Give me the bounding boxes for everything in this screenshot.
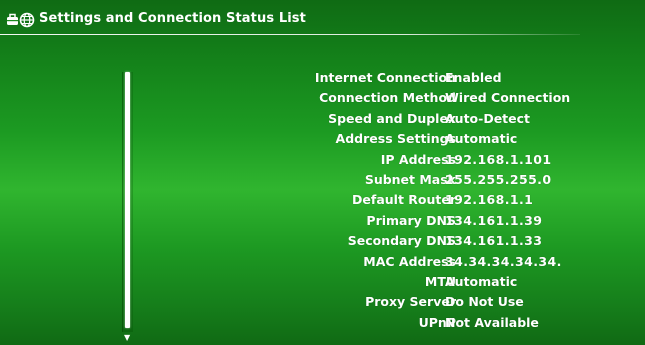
- status-label: Internet Connection: [314, 70, 456, 85]
- status-row-upnp: UPnP Not Available: [230, 313, 645, 333]
- status-label: MAC Address: [363, 253, 456, 269]
- status-value: 192.168.1.1: [445, 192, 534, 208]
- status-label: Secondary DNS: [347, 233, 456, 249]
- network-globe-icon: [19, 12, 35, 28]
- status-value: Auto-Detect: [445, 110, 531, 126]
- settings-toolbox-icon: [7, 13, 18, 25]
- status-label: Default Router: [352, 192, 456, 208]
- status-row-primary-dns: Primary DNS 134.161.1.39: [230, 211, 645, 231]
- status-row-address-settings: Address Settings Automatic: [230, 129, 645, 149]
- scrollbar-thumb[interactable]: [125, 72, 130, 328]
- status-value: 134.161.1.33: [445, 233, 543, 249]
- status-label: Speed and Duplex: [328, 110, 456, 126]
- status-label: Address Settings: [335, 131, 456, 147]
- status-row-ip-address: IP Address 192.168.1.101: [230, 150, 645, 170]
- status-row-internet-connection: Internet Connection Enabled: [230, 68, 645, 88]
- status-value: 192.168.1.101: [445, 151, 552, 167]
- status-label: Subnet Mask: [364, 171, 456, 187]
- status-label: Connection Method: [319, 90, 456, 106]
- status-row-subnet-mask: Subnet Mask 255.255.255.0: [230, 170, 645, 190]
- header-divider: [0, 34, 580, 35]
- status-row-mac-address: MAC Address 34.34.34.34.34.: [230, 252, 645, 272]
- status-value: Not Available: [445, 314, 539, 330]
- settings-network-icon: [7, 12, 35, 28]
- status-label: Primary DNS: [366, 212, 456, 228]
- status-value: 34.34.34.34.34.: [445, 253, 562, 269]
- status-value: Enabled: [445, 70, 502, 85]
- status-value: Wired Connection: [445, 90, 571, 106]
- status-row-default-router: Default Router 192.168.1.1: [230, 190, 645, 210]
- status-value: Automatic: [445, 273, 518, 289]
- header-bar: Settings and Connection Status List: [0, 0, 645, 38]
- status-row-speed-and-duplex: Speed and Duplex Auto-Detect: [230, 109, 645, 129]
- status-row-connection-method: Connection Method Wired Connection: [230, 88, 645, 108]
- connection-status-list: Internet Connection Enabled Connection M…: [230, 68, 645, 333]
- scroll-down-arrow-icon[interactable]: ▼: [124, 334, 130, 342]
- status-label: Proxy Server: [365, 294, 456, 310]
- status-row-secondary-dns: Secondary DNS 134.161.1.33: [230, 231, 645, 251]
- scrollbar[interactable]: ▼: [122, 72, 134, 344]
- status-row-mtu: MTU Automatic: [230, 272, 645, 292]
- status-value: Do Not Use: [445, 294, 524, 310]
- status-row-proxy-server: Proxy Server Do Not Use: [230, 292, 645, 312]
- status-value: 255.255.255.0: [445, 171, 552, 187]
- page-title: Settings and Connection Status List: [39, 11, 306, 26]
- status-value: Automatic: [445, 131, 518, 147]
- status-value: 134.161.1.39: [445, 212, 543, 228]
